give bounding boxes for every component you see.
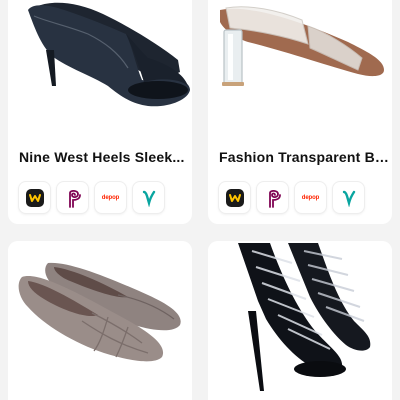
vinted-icon[interactable] xyxy=(133,182,164,213)
marketplace-list: depop xyxy=(19,182,164,213)
depop-icon[interactable]: depop xyxy=(295,182,326,213)
product-card[interactable] xyxy=(208,241,392,400)
mercari-icon[interactable] xyxy=(219,182,250,213)
product-image[interactable] xyxy=(208,0,392,126)
product-image[interactable] xyxy=(8,0,192,126)
depop-icon[interactable]: depop xyxy=(95,182,126,213)
product-title[interactable]: Fashion Transparent Bl... xyxy=(219,149,389,165)
mercari-icon[interactable] xyxy=(19,182,50,213)
product-title[interactable]: Nine West Heels Sleek... xyxy=(19,149,189,165)
product-card[interactable] xyxy=(8,241,192,400)
marketplace-list: depop xyxy=(219,182,364,213)
vinted-icon[interactable] xyxy=(333,182,364,213)
product-image[interactable] xyxy=(208,241,392,400)
product-card[interactable]: Fashion Transparent Bl... depop xyxy=(208,0,392,224)
product-image[interactable] xyxy=(8,241,192,400)
poshmark-icon[interactable] xyxy=(57,182,88,213)
product-card[interactable]: Nine West Heels Sleek... depop xyxy=(8,0,192,224)
poshmark-icon[interactable] xyxy=(257,182,288,213)
